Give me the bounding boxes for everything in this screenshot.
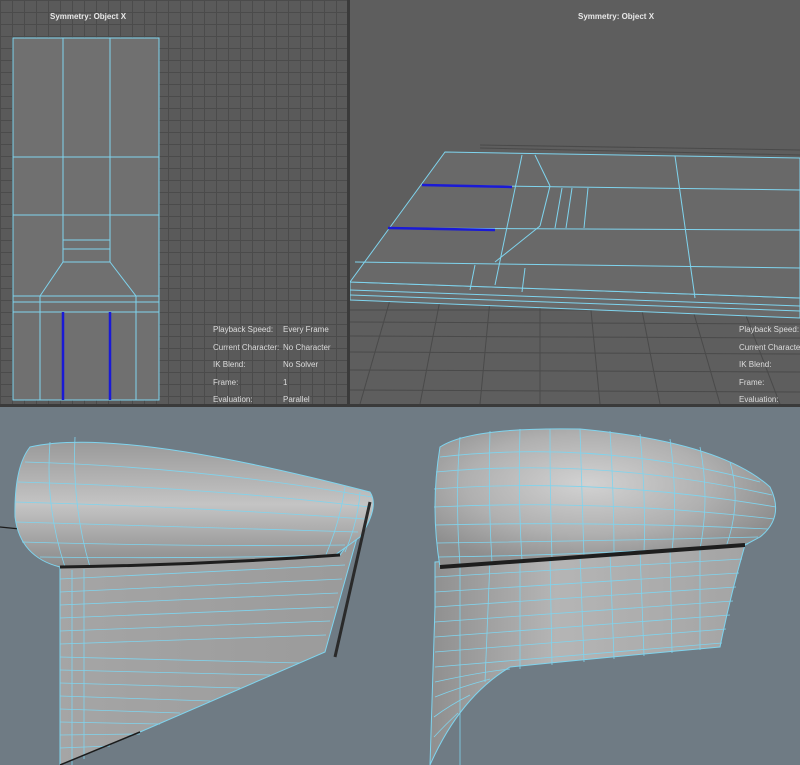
viewport-title: Symmetry: Object X [578,12,655,21]
viewport-front-ortho[interactable]: Symmetry: Object X Playback Speed: Every … [0,0,347,404]
hud-row: Current Character: No Character [213,342,331,352]
hud-row: IK Blend: No Solver [213,360,319,369]
viewport-render-three-quarter[interactable] [400,407,800,765]
viewport-perspective[interactable]: Symmetry: Object X Playback Speed: Curre… [350,0,800,404]
heads-up-display: Playback Speed: Current Character: IK Bl… [739,325,800,404]
hud-row: Playback Speed: [739,325,800,334]
rendered-mesh-three-quarter[interactable] [400,407,800,765]
rendered-mesh-side[interactable] [0,407,400,765]
hud-row: Frame: 1 [213,377,288,387]
hud-row: Evaluation: Parallel [213,395,310,404]
hud-row: IK Blend: [739,360,772,369]
hud-row: Playback Speed: Every Frame [213,325,329,334]
viewport-render-side[interactable] [0,407,400,765]
mesh-perspective-wireframe[interactable] [350,0,800,404]
hud-row: Frame: [739,377,765,387]
heads-up-display: Playback Speed: Every Frame Current Chara… [213,325,343,404]
hud-row: Evaluation: [739,395,779,404]
viewport-title: Symmetry: Object X [50,12,127,21]
hud-row: Current Character: [739,342,800,352]
